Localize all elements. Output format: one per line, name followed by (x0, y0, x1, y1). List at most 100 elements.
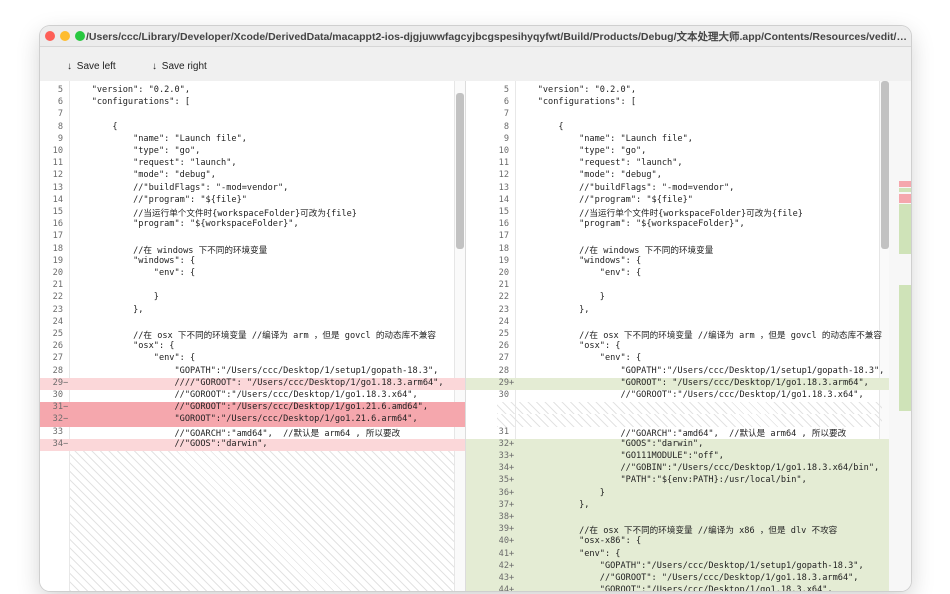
line-number: 17 (498, 231, 509, 242)
diff-marker: − (63, 402, 69, 413)
code-line: 6 "configurations": [ (40, 97, 465, 109)
line-number: 39 (498, 524, 509, 535)
line-number: 32 (498, 438, 509, 449)
save-left-button[interactable]: ↓ Save left (67, 61, 116, 72)
code-line: 10 "type": "go", (466, 146, 890, 158)
code-line: 20 "env": { (466, 268, 890, 280)
line-number: 6 (57, 97, 63, 108)
code-text: }, (71, 304, 144, 315)
line-number: 27 (52, 353, 63, 364)
code-line: 5 "version": "0.2.0", (466, 85, 890, 97)
code-line: 32 + "GOOS":"darwin", (466, 438, 890, 451)
line-number: 25 (52, 329, 63, 339)
line-number: 16 (52, 219, 63, 230)
code-line: 27 "env": { (40, 353, 465, 365)
line-number: 33 (52, 426, 63, 437)
save-right-button[interactable]: ↓ Save right (152, 61, 207, 72)
code-line: 40 + "osx-x86": { (466, 536, 890, 549)
diff-marker: + (509, 451, 515, 461)
code-text: "GOROOT":"/Users/ccc/Desktop/1/go1.21.6.… (71, 414, 418, 425)
line-number: 38 (498, 512, 509, 522)
line-number: 36 (498, 487, 509, 498)
code-text: "GO111MODULE":"off", (517, 451, 724, 461)
diff-window: /Users/ccc/Library/Developer/Xcode/Deriv… (40, 26, 911, 591)
overview-added-mark (899, 285, 911, 411)
save-right-label: Save right (161, 61, 207, 72)
minimize-window-button[interactable] (60, 31, 70, 41)
code-text: "program": "${workspaceFolder}", (71, 219, 299, 230)
code-text: "env": { (517, 548, 621, 559)
code-text: "windows": { (517, 255, 642, 266)
code-line: 20 "env": { (40, 268, 465, 280)
code-line: 11 "request": "launch", (466, 158, 890, 170)
line-number: 26 (498, 341, 509, 352)
code-text: "mode": "debug", (71, 170, 216, 181)
code-text: "osx-x86": { (517, 536, 642, 547)
code-line: 26 "osx": { (466, 341, 890, 353)
line-number: 26 (52, 341, 63, 352)
code-text: "version": "0.2.0", (71, 85, 190, 95)
code-text: //当运行单个文件时{workspaceFolder}可改为{file} (517, 209, 803, 219)
line-number: 41 (498, 548, 509, 559)
line-number: 15 (498, 207, 509, 217)
line-number: 18 (52, 243, 63, 254)
code-line: 30 //"GOROOT":"/Users/ccc/Desktop/1/go1.… (40, 390, 465, 402)
code-text: ////"GOROOT": "/Users/ccc/Desktop/1/go1.… (71, 377, 444, 388)
code-line: 44 + "GOROOT":"/Users/ccc/Desktop/1/go1.1… (466, 585, 890, 591)
code-text: "GOOS":"darwin", (517, 438, 704, 449)
line-number: 14 (498, 194, 509, 205)
line-number: 31 (52, 402, 63, 413)
code-line: 24 (466, 317, 890, 329)
code-line: 17 (466, 231, 890, 243)
code-text: //"program": "${file}" (71, 194, 247, 205)
code-line: 34 + //"GOBIN":"/Users/ccc/Desktop/1/go1.… (466, 463, 890, 476)
code-text: { (517, 121, 564, 132)
code-line: 8 { (466, 122, 890, 134)
code-line: 35 + "PATH":"${env:PATH}:/usr/local/bin", (466, 475, 890, 488)
left-editor-pane[interactable]: 5 "version": "0.2.0", 6 "configurations":… (40, 81, 465, 591)
code-line: 22 } (40, 292, 465, 304)
diff-marker: + (509, 524, 515, 535)
line-number: 24 (498, 316, 509, 327)
code-line: 21 (466, 280, 890, 292)
code-line: 13 //"buildFlags": "-mod=vendor", (40, 183, 465, 195)
code-text: "GOPATH":"/Users/ccc/Desktop/1/setup1/go… (517, 365, 885, 376)
line-number: 5 (503, 85, 509, 95)
line-number: 30 (52, 390, 63, 400)
code-text: "name": "Launch file", (517, 133, 693, 144)
code-line: 19 "windows": { (466, 256, 890, 268)
code-line: 28 "GOPATH":"/Users/ccc/Desktop/1/setup1… (466, 366, 890, 378)
code-text: } (71, 292, 159, 303)
line-number: 7 (57, 109, 63, 120)
overview-added-mark (899, 188, 911, 192)
diff-marker: + (509, 487, 515, 498)
code-text: //在 osx 下不同的环境变量 //编译为 arm ，但是 govcl 的动态… (517, 331, 882, 341)
code-line: 9 "name": "Launch file", (466, 134, 890, 146)
toolbar: ↓ Save left ↓ Save right (40, 47, 911, 82)
code-text: //"GOROOT":"/Users/ccc/Desktop/1/go1.21.… (71, 402, 428, 413)
code-text: //"GOOS":"darwin", (71, 438, 268, 449)
diff-marker: + (509, 548, 515, 559)
diff-marker: + (509, 573, 515, 583)
save-left-label: Save left (76, 61, 116, 72)
code-text: "GOPATH":"/Users/ccc/Desktop/1/setup1/go… (71, 365, 439, 376)
line-number: 13 (52, 182, 63, 193)
right-editor-pane[interactable]: 5 "version": "0.2.0", 6 "configurations":… (465, 81, 890, 591)
close-window-button[interactable] (45, 31, 55, 41)
diff-overview-map[interactable] (889, 81, 911, 591)
zoom-window-button[interactable] (75, 31, 85, 41)
diff-marker: − (63, 438, 69, 449)
code-line: 37 + }, (466, 499, 890, 512)
arrow-down-icon: ↓ (152, 61, 157, 72)
diff-marker: + (509, 499, 515, 510)
arrow-down-icon: ↓ (67, 61, 72, 72)
code-text: "env": { (71, 353, 196, 364)
code-line: 16 "program": "${workspaceFolder}", (466, 219, 890, 231)
overview-added-mark (899, 204, 911, 254)
code-text: //在 windows 下不同的环境变量 (517, 245, 714, 256)
line-number: 35 (498, 475, 509, 486)
code-text: //"GOARCH":"amd64", //默认是 arm64 , 所以要改 (71, 428, 401, 439)
line-number: 28 (498, 365, 509, 376)
line-number: 40 (498, 536, 509, 547)
code-line: 6 "configurations": [ (466, 97, 890, 109)
